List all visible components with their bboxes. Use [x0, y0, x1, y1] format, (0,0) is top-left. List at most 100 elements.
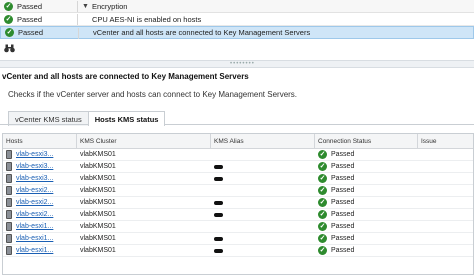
- host-server-icon: [6, 246, 12, 255]
- column-header-kms-cluster[interactable]: KMS Cluster: [77, 134, 211, 148]
- check-row-aes-ni[interactable]: ✓ Passed CPU AES-NI is enabled on hosts: [0, 13, 474, 26]
- host-link[interactable]: vlab-esxi2...: [16, 211, 53, 218]
- connection-status-cell: ✓ Passed: [315, 149, 418, 160]
- passed-check-icon: ✓: [4, 1, 13, 11]
- connection-status-text: Passed: [331, 247, 355, 254]
- issue-cell: [418, 161, 473, 172]
- kms-alias-cell: [211, 149, 315, 160]
- passed-check-icon: ✓: [318, 246, 327, 255]
- table-row[interactable]: vlab-esxi1... vlabKMS01 ✓ Passed: [3, 221, 473, 233]
- table-row[interactable]: vlab-esxi1... vlabKMS01 ✓ Passed: [3, 233, 473, 245]
- connection-status-text: Passed: [331, 199, 355, 206]
- column-header-hosts[interactable]: Hosts: [3, 134, 77, 148]
- table-row[interactable]: vlab-esxi1... vlabKMS01 ✓ Passed: [3, 245, 473, 257]
- host-cell: vlab-esxi1...: [3, 221, 77, 232]
- passed-check-icon: ✓: [318, 222, 327, 231]
- kms-cluster-cell: vlabKMS01: [80, 175, 116, 182]
- check-status: Passed: [17, 14, 43, 24]
- kms-alias-cell: [211, 197, 315, 208]
- column-divider: [78, 28, 79, 39]
- host-server-icon: [6, 198, 12, 207]
- host-server-icon: [6, 174, 12, 183]
- collapse-arrow-icon[interactable]: ▼: [82, 3, 89, 10]
- issue-cell: [418, 245, 473, 256]
- check-description: Encryption: [92, 1, 128, 11]
- pane-splitter[interactable]: ••••••••: [0, 60, 474, 68]
- detail-description: Checks if the vCenter server and hosts c…: [8, 90, 298, 99]
- host-cell: vlab-esxi1...: [3, 233, 77, 244]
- connection-status-cell: ✓ Passed: [315, 161, 418, 172]
- host-server-icon: [6, 150, 12, 159]
- passed-check-icon: ✓: [318, 198, 327, 207]
- connection-status-cell: ✓ Passed: [315, 197, 418, 208]
- check-row-kms-connected[interactable]: ✓ Passed vCenter and all hosts are connec…: [0, 26, 474, 39]
- kms-alias-cell: [211, 185, 315, 196]
- grid-header: Hosts KMS Cluster KMS Alias Connection S…: [3, 134, 473, 149]
- redacted-alias: [214, 248, 223, 253]
- connection-status-cell: ✓ Passed: [315, 185, 418, 196]
- connection-status-cell: ✓ Passed: [315, 173, 418, 184]
- kms-cluster-cell: vlabKMS01: [80, 187, 116, 194]
- kms-cluster-cell: vlabKMS01: [80, 151, 116, 158]
- tab-bar: vCenter KMS status Hosts KMS status: [8, 111, 166, 126]
- column-header-kms-alias[interactable]: KMS Alias: [211, 134, 315, 148]
- redacted-alias: [214, 176, 223, 181]
- connection-status-cell: ✓ Passed: [315, 209, 418, 220]
- column-header-issue[interactable]: Issue: [418, 134, 473, 148]
- column-header-connection-status[interactable]: Connection Status: [315, 134, 418, 148]
- host-link[interactable]: vlab-esxi1...: [16, 223, 53, 230]
- host-server-icon: [6, 186, 12, 195]
- host-server-icon: [6, 162, 12, 171]
- check-description: CPU AES-NI is enabled on hosts: [92, 14, 202, 24]
- host-link[interactable]: vlab-esxi3...: [16, 163, 53, 170]
- check-row-encryption[interactable]: ✓ Passed ▼ Encryption: [0, 0, 474, 13]
- host-link[interactable]: vlab-esxi3...: [16, 151, 53, 158]
- table-row[interactable]: vlab-esxi2... vlabKMS01 ✓ Passed: [3, 197, 473, 209]
- kms-cluster-cell: vlabKMS01: [80, 199, 116, 206]
- connection-status-cell: ✓ Passed: [315, 233, 418, 244]
- host-link[interactable]: vlab-esxi2...: [16, 187, 53, 194]
- passed-check-icon: ✓: [318, 234, 327, 243]
- passed-check-icon: ✓: [4, 14, 13, 24]
- kms-alias-cell: [211, 221, 315, 232]
- host-cell: vlab-esxi3...: [3, 161, 77, 172]
- connection-status-cell: ✓ Passed: [315, 221, 418, 232]
- kms-cluster-cell: vlabKMS01: [80, 235, 116, 242]
- passed-check-icon: ✓: [318, 210, 327, 219]
- table-row[interactable]: vlab-esxi3... vlabKMS01 ✓ Passed: [3, 149, 473, 161]
- table-row[interactable]: vlab-esxi3... vlabKMS01 ✓ Passed: [3, 161, 473, 173]
- host-cell: vlab-esxi2...: [3, 185, 77, 196]
- check-status: Passed: [18, 28, 44, 37]
- redacted-alias: [214, 200, 223, 205]
- connection-status-text: Passed: [331, 223, 355, 230]
- table-row[interactable]: vlab-esxi3... vlabKMS01 ✓ Passed: [3, 173, 473, 185]
- passed-check-icon: ✓: [318, 162, 327, 171]
- table-row[interactable]: vlab-esxi2... vlabKMS01 ✓ Passed: [3, 209, 473, 221]
- kms-alias-cell: [211, 209, 315, 220]
- table-row[interactable]: vlab-esxi2... vlabKMS01 ✓ Passed: [3, 185, 473, 197]
- check-description: vCenter and all hosts are connected to K…: [93, 28, 311, 37]
- host-link[interactable]: vlab-esxi3...: [16, 175, 53, 182]
- tab-hosts-kms-status[interactable]: Hosts KMS status: [87, 111, 166, 126]
- tab-underline: [0, 124, 474, 125]
- check-status: Passed: [17, 1, 43, 11]
- kms-cluster-cell: vlabKMS01: [80, 211, 116, 218]
- host-link[interactable]: vlab-esxi1...: [16, 235, 53, 242]
- issue-cell: [418, 173, 473, 184]
- redacted-alias: [214, 236, 223, 241]
- host-link[interactable]: vlab-esxi1...: [16, 247, 53, 254]
- column-divider: [77, 14, 78, 25]
- kms-cluster-cell: vlabKMS01: [80, 247, 116, 254]
- issue-cell: [418, 221, 473, 232]
- host-server-icon: [6, 222, 12, 231]
- detail-title: vCenter and all hosts are connected to K…: [2, 72, 249, 81]
- kms-alias-cell: [211, 245, 315, 256]
- host-link[interactable]: vlab-esxi2...: [16, 199, 53, 206]
- host-cell: vlab-esxi3...: [3, 173, 77, 184]
- connection-status-text: Passed: [331, 211, 355, 218]
- hosts-kms-grid: Hosts KMS Cluster KMS Alias Connection S…: [2, 133, 474, 275]
- issue-cell: [418, 185, 473, 196]
- splitter-grip-icon: ••••••••: [230, 61, 255, 67]
- binoculars-icon[interactable]: [4, 44, 15, 56]
- redacted-alias: [214, 164, 223, 169]
